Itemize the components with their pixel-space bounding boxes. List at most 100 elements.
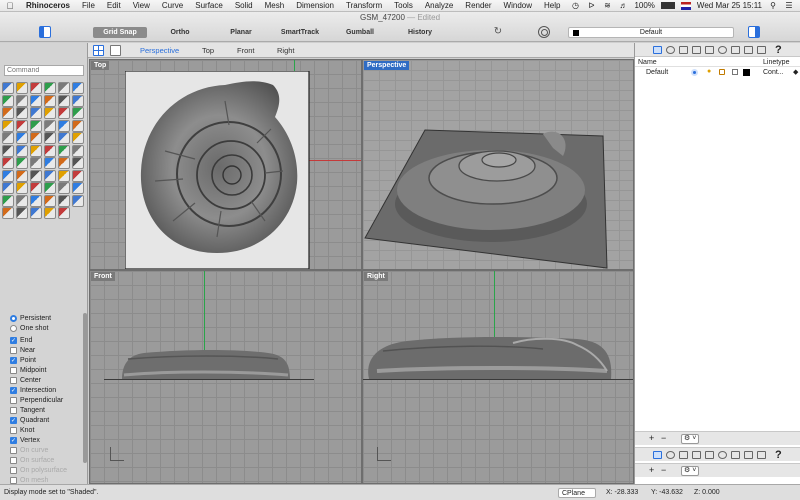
checkbox-icon[interactable] bbox=[10, 346, 17, 354]
osnap-target-icon[interactable] bbox=[538, 26, 550, 38]
checkbox-icon[interactable] bbox=[10, 466, 17, 474]
zoom-icon[interactable] bbox=[2, 194, 14, 207]
move-icon[interactable] bbox=[2, 157, 14, 169]
osnap-near[interactable]: Near bbox=[10, 345, 35, 355]
osnap-on-polysurface[interactable]: On polysurface bbox=[10, 465, 67, 475]
checkbox-icon[interactable]: ✓ bbox=[10, 356, 17, 364]
layers-icon[interactable] bbox=[653, 451, 662, 459]
single-view-layout-icon[interactable] bbox=[110, 45, 121, 56]
checkbox-icon[interactable] bbox=[10, 366, 17, 374]
mirror-icon[interactable] bbox=[58, 157, 70, 169]
menu-dimension[interactable]: Dimension bbox=[290, 1, 340, 10]
cylinder-icon[interactable] bbox=[30, 119, 42, 132]
light-icon[interactable] bbox=[30, 182, 42, 194]
display-icon[interactable] bbox=[692, 46, 701, 54]
remove-icon[interactable]: − bbox=[661, 465, 666, 475]
osnap-on-surface[interactable]: On surface bbox=[10, 455, 54, 465]
offset-icon[interactable] bbox=[58, 132, 70, 144]
lightbulb-icon[interactable]: ● bbox=[707, 68, 711, 75]
block-icon[interactable] bbox=[72, 144, 84, 157]
camera-icon[interactable] bbox=[705, 46, 714, 54]
viewport-label-right[interactable]: Right bbox=[364, 272, 388, 281]
revolve-icon[interactable] bbox=[44, 107, 56, 119]
right-sidebar-toggle-icon[interactable] bbox=[748, 26, 760, 38]
loft-icon[interactable] bbox=[16, 107, 28, 119]
osnap-intersection[interactable]: ✓ Intersection bbox=[10, 385, 56, 395]
point-icon[interactable] bbox=[16, 82, 28, 94]
menu-render[interactable]: Render bbox=[459, 1, 497, 10]
menu-curve[interactable]: Curve bbox=[156, 1, 189, 10]
help-icon[interactable]: ? bbox=[775, 43, 782, 57]
menu-surface[interactable]: Surface bbox=[189, 1, 229, 10]
menu-view[interactable]: View bbox=[127, 1, 156, 10]
scale-icon[interactable] bbox=[44, 157, 56, 169]
options-gear-icon[interactable]: ⚙ ˅ bbox=[681, 466, 699, 476]
materials-icon[interactable] bbox=[666, 451, 675, 459]
chamfer-icon[interactable] bbox=[44, 132, 56, 144]
viewport-perspective[interactable]: Perspective bbox=[362, 59, 634, 270]
layer-color-icon[interactable] bbox=[743, 69, 750, 76]
osnap-tangent[interactable]: Tangent bbox=[10, 405, 45, 415]
checkbox-icon[interactable] bbox=[10, 426, 17, 434]
column-linetype[interactable]: Linetype bbox=[763, 59, 789, 66]
osnap-on-curve[interactable]: On curve bbox=[10, 445, 48, 455]
checkbox-icon[interactable] bbox=[10, 446, 17, 454]
command-input[interactable] bbox=[4, 65, 84, 76]
apple-icon[interactable]:  bbox=[0, 1, 20, 11]
tab-front[interactable]: Front bbox=[237, 46, 255, 55]
select-icon[interactable] bbox=[2, 82, 14, 94]
layer-icon[interactable] bbox=[72, 182, 84, 194]
menu-solid[interactable]: Solid bbox=[229, 1, 259, 10]
print-color-icon[interactable] bbox=[732, 69, 738, 75]
flag-icon[interactable] bbox=[680, 1, 691, 10]
leader-icon[interactable] bbox=[58, 144, 70, 157]
spline-icon[interactable] bbox=[72, 94, 84, 107]
array-icon[interactable] bbox=[72, 157, 84, 169]
split-icon[interactable] bbox=[16, 169, 28, 182]
history-button[interactable]: History bbox=[400, 27, 440, 38]
dimension-icon[interactable] bbox=[30, 144, 42, 157]
lock-icon[interactable] bbox=[719, 69, 725, 75]
sidebar-scrollbar[interactable] bbox=[83, 313, 87, 463]
layer-row-default[interactable]: Default ● Cont... ◆ bbox=[635, 68, 800, 78]
checkbox-icon[interactable] bbox=[10, 406, 17, 414]
battery-icon[interactable] bbox=[660, 2, 675, 9]
grid-snap-button[interactable]: Grid Snap bbox=[93, 27, 147, 38]
viewport-label-perspective[interactable]: Perspective bbox=[364, 61, 410, 70]
remove-layer-icon[interactable]: − bbox=[661, 433, 666, 443]
group-icon[interactable] bbox=[58, 169, 70, 182]
pan-icon[interactable] bbox=[16, 194, 28, 207]
material-icon[interactable] bbox=[58, 182, 70, 194]
repeat-command-icon[interactable]: ↻ bbox=[492, 26, 504, 38]
fillet-icon[interactable] bbox=[30, 132, 42, 144]
planar-button[interactable]: Planar bbox=[221, 27, 261, 38]
osnap-persistent[interactable]: Persistent bbox=[10, 313, 51, 323]
properties-icon[interactable] bbox=[16, 207, 28, 219]
viewport-top[interactable]: Top bbox=[89, 59, 362, 270]
osnap-icon[interactable] bbox=[72, 194, 84, 207]
menu-clock[interactable]: Wed Mar 25 15:11 bbox=[697, 1, 762, 10]
sweep-icon[interactable] bbox=[58, 107, 70, 119]
osnap-point[interactable]: ✓ Point bbox=[10, 355, 36, 365]
materials-icon[interactable] bbox=[666, 46, 675, 54]
viewport-label-top[interactable]: Top bbox=[91, 61, 110, 70]
torus-icon[interactable] bbox=[58, 119, 70, 132]
osnap-knot[interactable]: Knot bbox=[10, 425, 34, 435]
battery-percent[interactable]: 100% bbox=[634, 1, 654, 10]
text-icon[interactable] bbox=[16, 144, 28, 157]
gumball-button[interactable]: Gumball bbox=[340, 27, 380, 38]
cone-icon[interactable] bbox=[44, 119, 56, 132]
menu-file[interactable]: File bbox=[76, 1, 101, 10]
camera-icon[interactable] bbox=[44, 182, 56, 194]
ortho-button[interactable]: Ortho bbox=[160, 27, 200, 38]
boolean-diff-icon[interactable] bbox=[16, 132, 28, 144]
cplane-icon[interactable] bbox=[30, 194, 42, 207]
monitor-icon[interactable] bbox=[757, 451, 766, 459]
shell-icon[interactable] bbox=[72, 132, 84, 144]
line-icon[interactable] bbox=[30, 82, 42, 94]
viewport-label-front[interactable]: Front bbox=[91, 272, 115, 281]
sphere-icon[interactable] bbox=[16, 119, 28, 132]
osnap-vertex[interactable]: ✓ Vertex bbox=[10, 435, 40, 445]
tab-right[interactable]: Right bbox=[277, 46, 295, 55]
history-icon[interactable] bbox=[2, 207, 14, 219]
